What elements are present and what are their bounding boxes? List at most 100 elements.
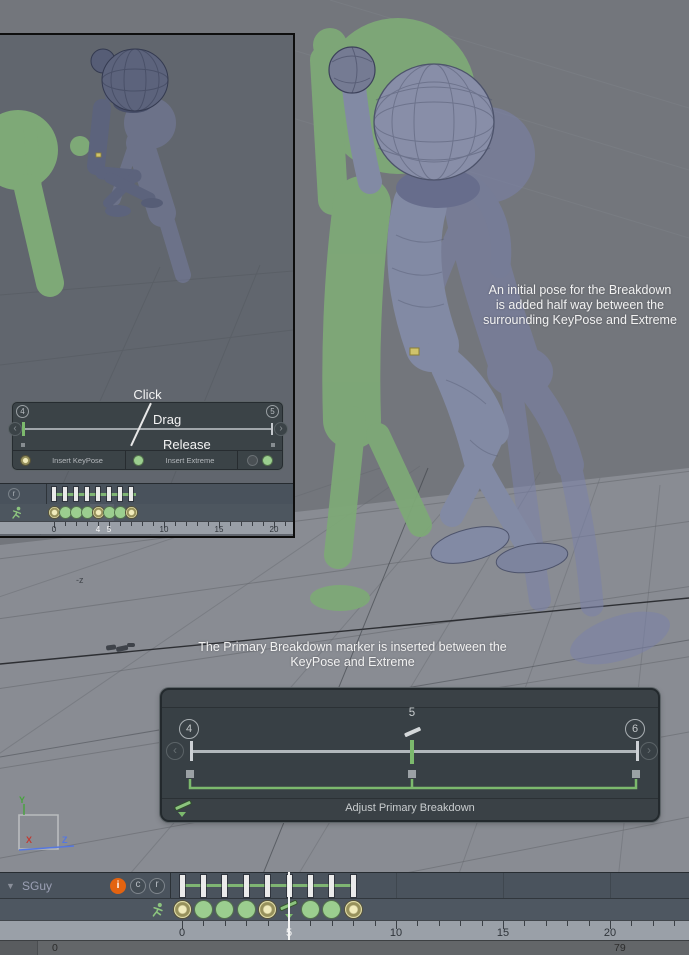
left-frame-badge: 4 <box>16 405 29 418</box>
track-end-tick[interactable] <box>271 423 273 435</box>
keyframe-bar[interactable] <box>129 487 133 501</box>
right-handle[interactable] <box>271 443 275 447</box>
collapse-triangle-icon[interactable]: ▼ <box>6 881 15 891</box>
inset-keydot-row <box>0 504 293 521</box>
runner-icon <box>10 506 23 519</box>
keypose-key-dot[interactable] <box>174 901 191 918</box>
keyframe-bar[interactable] <box>244 875 249 897</box>
frame-gridline <box>396 873 397 898</box>
extreme-key-dot[interactable] <box>323 901 340 918</box>
keyframe-bar[interactable] <box>118 487 122 501</box>
gesture-stroke-line <box>130 403 152 446</box>
inset-keybar-row: r <box>0 483 293 504</box>
ruler-tick <box>246 921 247 926</box>
widget-extra-buttons[interactable] <box>238 451 282 469</box>
keyframe-bar[interactable] <box>63 487 67 501</box>
extreme-key-dot[interactable] <box>238 901 255 918</box>
breakdown-marker[interactable] <box>410 740 414 764</box>
extreme-key-dot[interactable] <box>104 507 115 518</box>
ruler-label: 15 <box>206 525 232 534</box>
runner-icon <box>150 902 165 917</box>
ruler-tick <box>131 522 132 526</box>
current-time-indicator[interactable] <box>288 872 290 940</box>
ruler-label: 15 <box>490 927 516 939</box>
keypose-key-dot[interactable] <box>126 507 137 518</box>
extreme-frame-badge: 6 <box>625 719 645 739</box>
divider <box>46 484 47 504</box>
ruler-tick <box>197 522 198 526</box>
track-start-bar <box>190 741 193 761</box>
drag-label: Drag <box>153 412 181 427</box>
chevron-left-icon[interactable]: ‹ <box>8 422 22 436</box>
keyframe-bar[interactable] <box>308 875 313 897</box>
ruler-tick <box>203 921 204 926</box>
inset-ruler-row[interactable]: 045101520 <box>0 521 293 534</box>
extreme-key-dot[interactable] <box>216 901 233 918</box>
extreme-key-dot[interactable] <box>302 901 319 918</box>
inset-detail-panel: Click 4 5 ‹ › Drag Release Insert KeyPos… <box>0 33 295 538</box>
extreme-key-dot[interactable] <box>195 901 212 918</box>
keypose-key-dot[interactable] <box>259 901 276 918</box>
off-dot-icon[interactable] <box>248 456 257 465</box>
ruler-tick <box>252 522 253 526</box>
ruler-tick <box>460 921 461 926</box>
ruler-label: 0 <box>41 525 67 534</box>
ruler-tick <box>241 522 242 526</box>
left-drag-handle[interactable] <box>186 770 194 778</box>
keyframe-bar[interactable] <box>180 875 185 897</box>
chevron-right-icon[interactable]: › <box>640 742 658 760</box>
chevron-right-icon[interactable]: › <box>274 422 288 436</box>
center-drag-handle[interactable] <box>408 770 416 778</box>
keyframe-bar[interactable] <box>74 487 78 501</box>
ruler-tick <box>310 921 311 926</box>
divider <box>170 873 171 898</box>
extreme-key-dot[interactable] <box>115 507 126 518</box>
r-track-icon[interactable]: r <box>8 488 20 500</box>
on-dot-icon[interactable] <box>263 456 272 465</box>
keyframe-bar[interactable] <box>351 875 356 897</box>
breakdown-frame-label: 5 <box>392 707 432 719</box>
left-handle[interactable] <box>21 443 25 447</box>
keypose-key-dot[interactable] <box>93 507 104 518</box>
r-button[interactable]: r <box>149 878 165 894</box>
frame-gridline <box>503 873 504 898</box>
info-button[interactable]: i <box>110 878 126 894</box>
keyframe-bar[interactable] <box>107 487 111 501</box>
divider <box>162 798 658 799</box>
track-start-tick[interactable] <box>22 422 25 436</box>
ruler-label: 0 <box>169 927 195 939</box>
ruler-tick <box>653 921 654 926</box>
ruler-label: 20 <box>597 927 623 939</box>
chevron-left-icon[interactable]: ‹ <box>166 742 184 760</box>
insert-extreme-button[interactable]: Insert Extreme <box>126 451 238 469</box>
keypose-key-dot[interactable] <box>345 901 362 918</box>
c-button[interactable]: c <box>130 878 146 894</box>
keyframe-bar[interactable] <box>52 487 56 501</box>
timeline-ruler[interactable]: 05101520 <box>0 920 689 940</box>
panel-track[interactable] <box>191 750 637 753</box>
keyframe-bar[interactable] <box>96 487 100 501</box>
keyframe-bar[interactable] <box>265 875 270 897</box>
track-name-label[interactable]: SGuy <box>22 879 52 893</box>
insert-keypose-label: Insert KeyPose <box>30 456 125 465</box>
keyframe-bar[interactable] <box>329 875 334 897</box>
keyframe-bar[interactable] <box>201 875 206 897</box>
extreme-key-dot[interactable] <box>71 507 82 518</box>
ruler-tick <box>589 921 590 926</box>
ruler-tick <box>268 921 269 926</box>
insert-keypose-button[interactable]: Insert KeyPose <box>13 451 126 469</box>
keyframe-bar[interactable] <box>85 487 89 501</box>
extreme-key-dot[interactable] <box>82 507 93 518</box>
right-drag-handle[interactable] <box>632 770 640 778</box>
keypose-key-dot[interactable] <box>49 507 60 518</box>
widget-track[interactable] <box>23 428 273 430</box>
timeline-range-bar[interactable]: 0 79 <box>0 940 689 955</box>
extreme-key-dot[interactable] <box>60 507 71 518</box>
ruler-tick <box>546 921 547 926</box>
insert-extreme-label: Insert Extreme <box>143 456 237 465</box>
ruler-tick <box>524 921 525 926</box>
keyframe-bar[interactable] <box>222 875 227 897</box>
z-axis-label: Z <box>62 835 68 845</box>
ruler-tick <box>76 522 77 526</box>
right-frame-badge: 5 <box>266 405 279 418</box>
